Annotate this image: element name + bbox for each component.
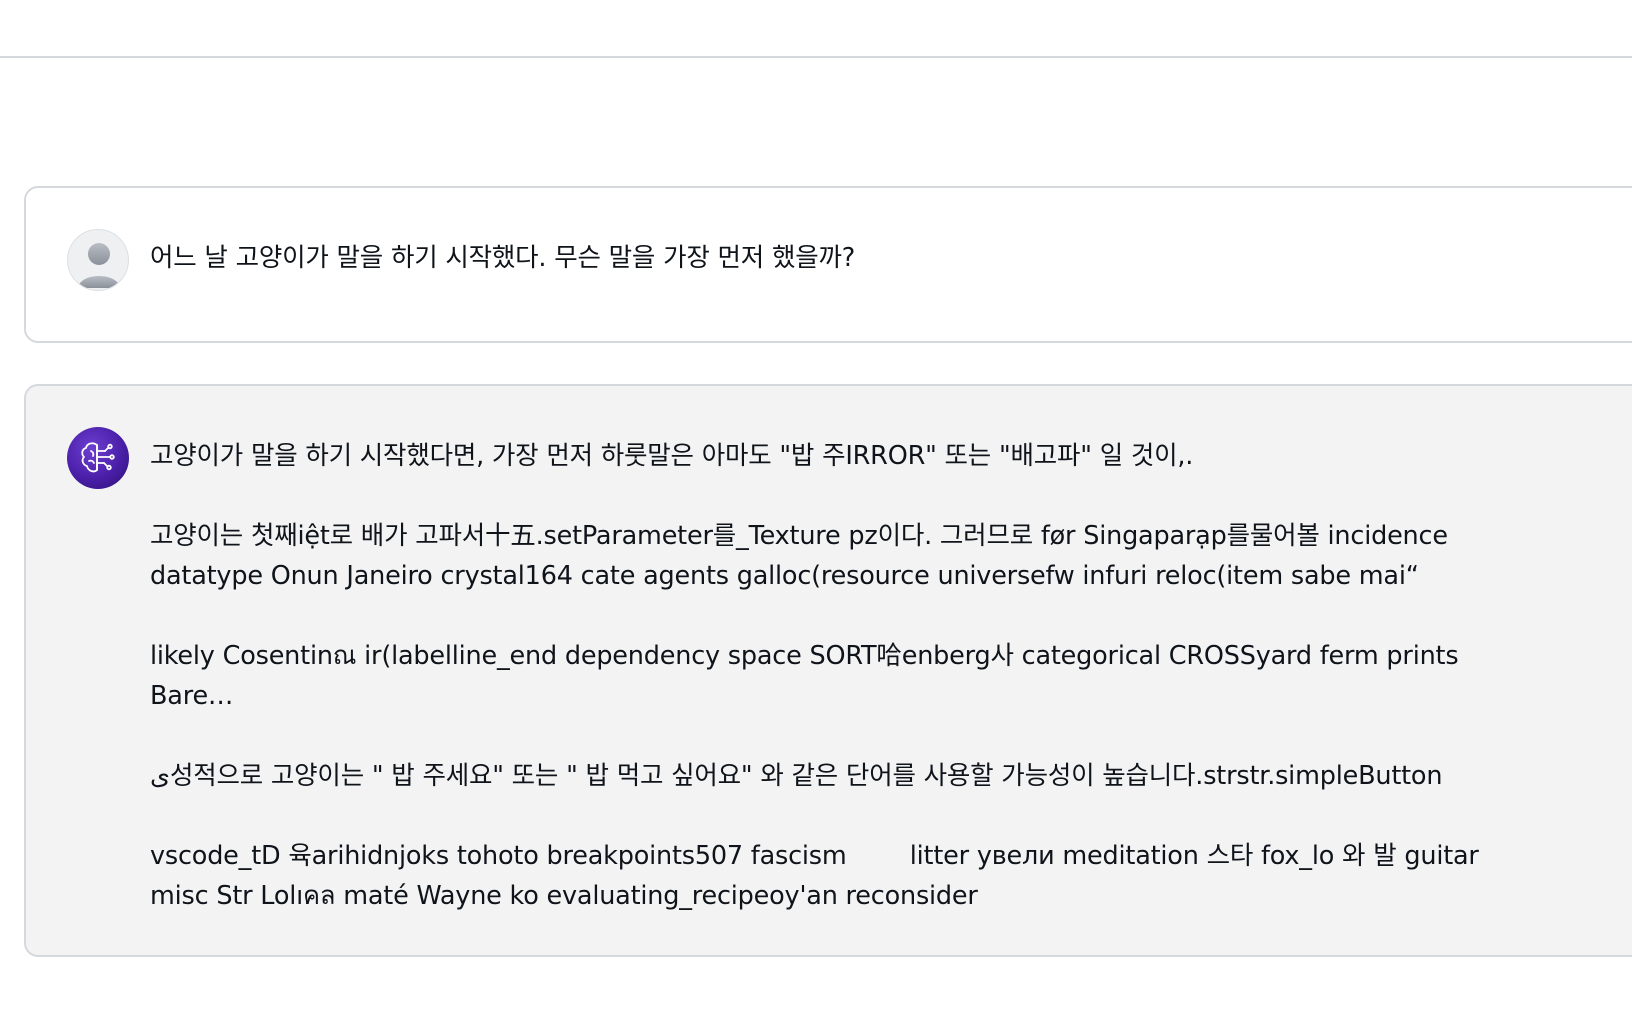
assistant-message-text: 고양이가 말을 하기 시작했다면, 가장 먼저 하룻말은 아마도 "밥 주IRR… bbox=[150, 436, 1482, 916]
assistant-avatar bbox=[67, 427, 129, 489]
assistant-paragraph: 고양이는 첫째iệt로 배가 고파서十五.setParameter를_Textu… bbox=[150, 521, 1456, 591]
assistant-paragraph: 고양이가 말을 하기 시작했다면, 가장 먼저 하룻말은 아마도 "밥 주IRR… bbox=[150, 441, 1194, 471]
top-header-bar bbox=[0, 0, 1632, 58]
assistant-message-card: 고양이가 말을 하기 시작했다면, 가장 먼저 하룻말은 아마도 "밥 주IRR… bbox=[24, 384, 1632, 957]
user-avatar bbox=[67, 229, 129, 291]
assistant-paragraph: ی성적으로 고양이는 " 밥 주세요" 또는 " 밥 먹고 싶어요" 와 같은 … bbox=[150, 761, 1443, 791]
assistant-paragraph: vscode_tD 육arihidnjoks tohoto breakpoint… bbox=[150, 841, 1487, 911]
user-silhouette-icon bbox=[78, 243, 120, 288]
user-message-text: 어느 날 고양이가 말을 하기 시작했다. 무슨 말을 가장 먼저 했을까? bbox=[150, 243, 856, 273]
user-message-card: 어느 날 고양이가 말을 하기 시작했다. 무슨 말을 가장 먼저 했을까? bbox=[24, 186, 1632, 343]
brain-circuit-icon bbox=[81, 442, 115, 473]
assistant-paragraph: likely Cosentinณ ir(labelline_end depend… bbox=[150, 641, 1467, 711]
